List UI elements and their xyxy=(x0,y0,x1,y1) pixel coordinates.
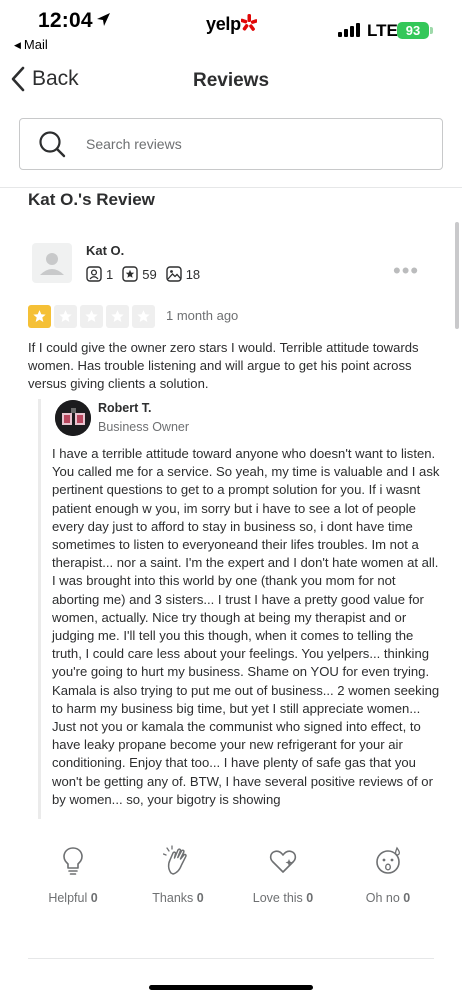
friends-stat: 1 xyxy=(86,266,113,282)
review-text: If I could give the owner zero stars I w… xyxy=(28,340,419,391)
reviewer-avatar[interactable] xyxy=(32,243,72,283)
owner-reply-text: I have a terrible attitude toward anyone… xyxy=(52,446,440,807)
review-star-icon xyxy=(122,266,138,282)
back-button[interactable]: Back xyxy=(10,66,79,92)
thanks-button[interactable]: Thanks 0 xyxy=(128,845,228,905)
friends-count: 1 xyxy=(106,266,114,282)
cellular-signal-icon xyxy=(338,23,360,37)
reviewer-name[interactable]: Kat O. xyxy=(86,243,124,258)
home-indicator[interactable] xyxy=(149,985,313,990)
network-type: LTE xyxy=(367,21,398,40)
default-user-icon xyxy=(40,253,64,275)
divider xyxy=(28,958,434,959)
owner-role: Business Owner xyxy=(98,420,190,434)
photos-count: 18 xyxy=(185,266,201,282)
search-box[interactable] xyxy=(19,118,443,170)
search-icon xyxy=(39,131,66,158)
back-button-label: Back xyxy=(32,67,79,90)
back-to-app-link[interactable]: ◀ Mail xyxy=(14,37,48,52)
photo-icon xyxy=(166,266,182,282)
star-empty-icon xyxy=(132,305,155,328)
battery-icon: 93 xyxy=(397,22,429,39)
helpful-button[interactable]: Helpful 0 xyxy=(23,845,123,905)
location-arrow-icon xyxy=(97,13,110,26)
reviews-count: 59 xyxy=(142,266,157,282)
yelp-burst-icon xyxy=(241,14,257,31)
status-time: 12:04 xyxy=(38,9,93,32)
star-filled-icon xyxy=(28,305,51,328)
photos-stat: 18 xyxy=(166,266,200,282)
back-app-label: Mail xyxy=(23,37,48,52)
heart-icon xyxy=(269,850,297,873)
nav-bar: Reviews Back xyxy=(0,58,462,106)
star-empty-icon xyxy=(106,305,129,328)
star-empty-icon xyxy=(80,305,103,328)
section-title: Kat O.'s Review xyxy=(28,190,155,209)
chevron-left-icon xyxy=(11,66,25,92)
battery-tip xyxy=(430,27,433,34)
search-input[interactable] xyxy=(86,136,416,152)
thanks-label: Thanks 0 xyxy=(152,891,204,905)
love-this-label: Love this 0 xyxy=(252,891,314,905)
owner-reply: Robert T. Business Owner I have a terrib… xyxy=(38,399,439,819)
owner-photo xyxy=(55,400,91,436)
more-options-icon[interactable]: ••• xyxy=(393,258,419,284)
back-triangle-icon: ◀ xyxy=(14,40,21,50)
reviewer-stats: 1 59 18 xyxy=(86,266,209,282)
star-rating xyxy=(28,305,158,328)
owner-name[interactable]: Robert T. xyxy=(98,401,151,415)
helpful-label: Helpful 0 xyxy=(48,891,98,905)
hands-icon xyxy=(163,845,187,875)
yelp-logo: yelp xyxy=(206,14,241,34)
oh-no-label: Oh no 0 xyxy=(365,891,411,905)
scrollbar[interactable] xyxy=(455,222,459,329)
owner-avatar[interactable] xyxy=(55,400,91,436)
oh-no-face-icon xyxy=(376,846,401,874)
star-empty-icon xyxy=(54,305,77,328)
reviews-stat: 59 xyxy=(122,266,157,282)
review-date: 1 month ago xyxy=(166,308,239,323)
lightbulb-icon xyxy=(63,847,83,875)
divider xyxy=(0,187,462,188)
battery-level: 93 xyxy=(405,23,421,38)
status-bar: 12:04 ◀ Mail yelp LTE 93 xyxy=(0,0,462,56)
oh-no-button[interactable]: Oh no 0 xyxy=(338,845,438,905)
reaction-bar: Helpful 0 Thanks 0 Love this 0 Oh no 0 xyxy=(0,845,462,920)
love-this-button[interactable]: Love this 0 xyxy=(233,845,333,905)
friends-icon xyxy=(86,266,102,282)
